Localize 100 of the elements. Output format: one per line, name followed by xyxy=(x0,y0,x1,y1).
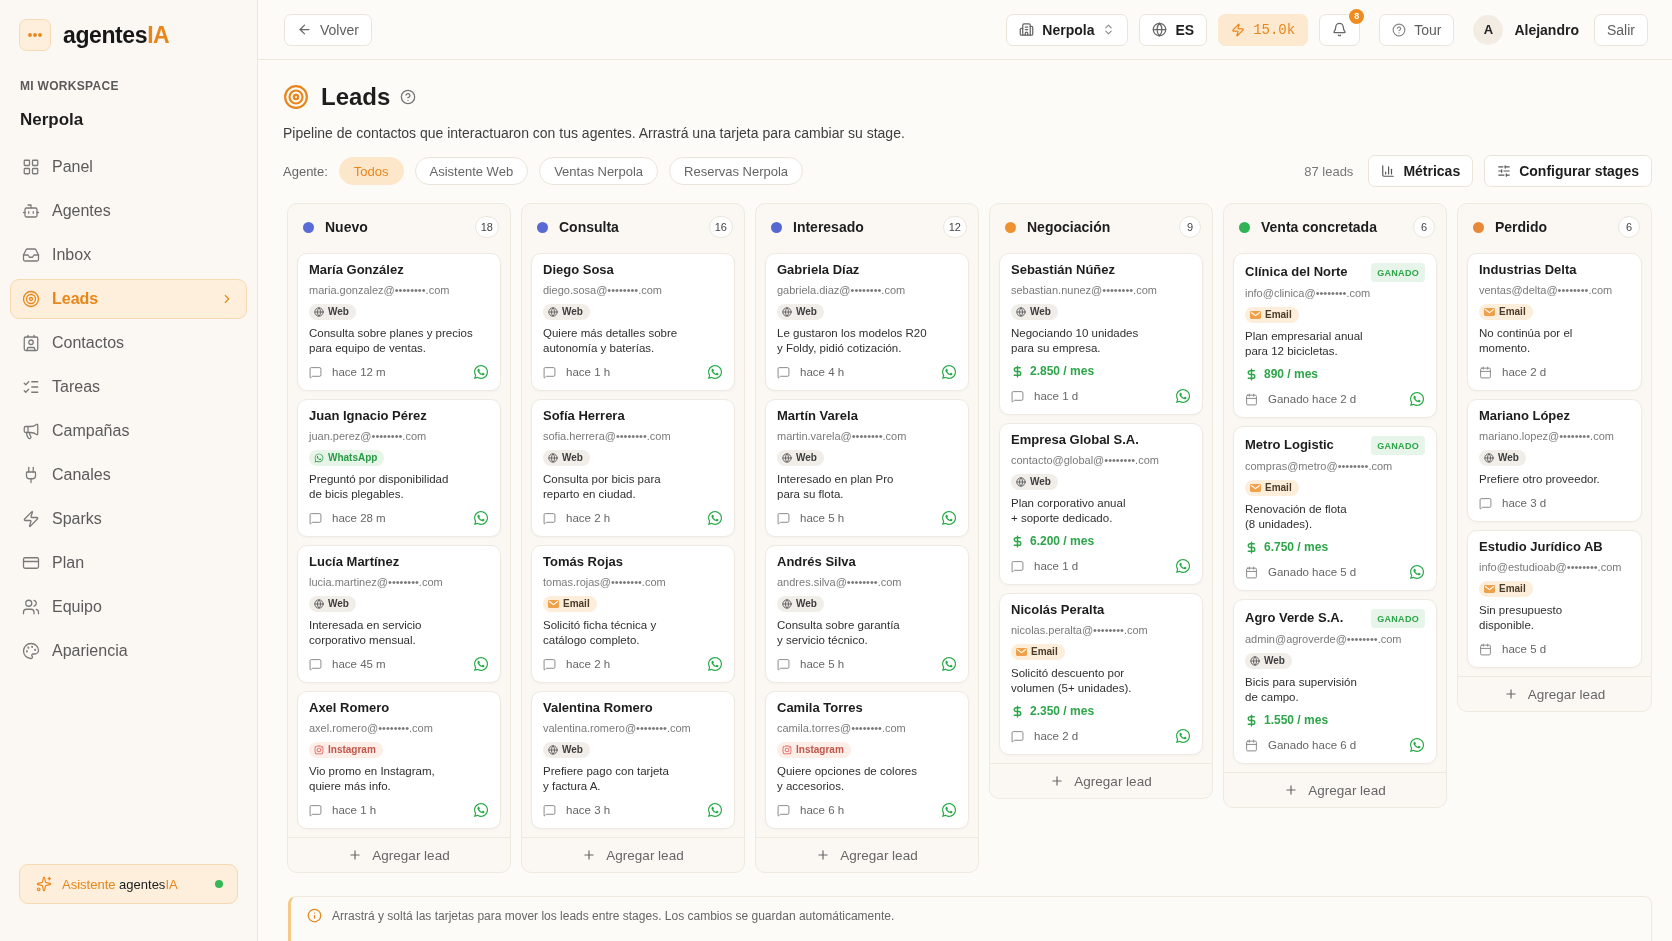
lead-card[interactable]: Tomás Rojas tomas.rojas@••••••••.com Email Solicitó ficha técnica y catálogo completo. hace 2 h xyxy=(531,545,735,683)
workspace-select[interactable]: Nerpola xyxy=(1006,13,1129,46)
nav-item[interactable]: Agentes xyxy=(10,191,247,231)
lead-card[interactable]: Lucía Martínez lucia.martinez@••••••••.com Web Interesada en servicio corporativo mensual. hace 45 m xyxy=(297,545,501,683)
back-button[interactable]: Volver xyxy=(284,13,372,46)
source-label: Web xyxy=(796,305,817,319)
lead-time: hace 5 d xyxy=(1502,643,1548,655)
lead-card[interactable]: Martín Varela martin.varela@••••••••.com Web Interesado en plan Pro para su flota. hace 5 h xyxy=(765,399,969,537)
lead-card[interactable]: Axel Romero axel.romero@••••••••.com Instagram Vio promo en Instagram, quiere más info. hace 1 h xyxy=(297,691,501,829)
nav-item[interactable]: Campañas xyxy=(10,411,247,451)
whatsapp-icon[interactable] xyxy=(1409,564,1425,580)
whatsapp-icon[interactable] xyxy=(473,802,489,818)
lead-email: diego.sosa@••••••••.com xyxy=(543,283,663,298)
calendar-icon xyxy=(1245,392,1258,406)
whatsapp-icon[interactable] xyxy=(707,510,723,526)
dollar-sign-icon xyxy=(1245,367,1258,381)
calendar-icon xyxy=(1245,565,1258,579)
lead-card[interactable]: Clínica del Norte GANADO info@clinica@••••••••.com Email Plan empresarial anual para 12 bicicletas. 890 / mes Ganado hace 2 d xyxy=(1233,253,1437,418)
help-icon[interactable] xyxy=(400,89,417,105)
add-lead-button[interactable]: Agregar lead xyxy=(756,837,978,872)
lead-card[interactable]: Empresa Global S.A. contacto@global@••••••••.com Web Plan corporativo anual + soporte dedicado. 6.200 / mes hace 1 d xyxy=(999,423,1203,585)
whatsapp-icon[interactable] xyxy=(707,364,723,380)
lead-time: Ganado hace 2 d xyxy=(1268,393,1358,405)
lead-card[interactable]: Estudio Jurídico AB info@estudioab@••••••••.com Email Sin presupuesto disponible. hace 5 d xyxy=(1467,530,1642,668)
bell-icon xyxy=(1332,22,1348,37)
whatsapp-icon[interactable] xyxy=(1175,728,1191,744)
envelope-icon xyxy=(548,600,559,608)
add-lead-button[interactable]: Agregar lead xyxy=(288,837,510,872)
language-button[interactable]: ES xyxy=(1139,13,1208,46)
whatsapp-icon[interactable] xyxy=(1175,388,1191,404)
add-lead-button[interactable]: Agregar lead xyxy=(1224,772,1446,807)
source-label: Web xyxy=(1498,451,1519,465)
lead-card[interactable]: Metro Logistic GANADO compras@metro@••••••••.com Email Renovación de flota (8 unidades). 6.750 / mes Ganado hace 5 d xyxy=(1233,426,1437,591)
lead-card[interactable]: Andrés Silva andres.silva@••••••••.com Web Consulta sobre garantía y servicio técnico. hace 5 h xyxy=(765,545,969,683)
lead-time: Ganado hace 5 d xyxy=(1268,566,1358,578)
whatsapp-icon[interactable] xyxy=(1409,391,1425,407)
add-lead-button[interactable]: Agregar lead xyxy=(522,837,744,872)
nav-item[interactable]: Canales xyxy=(10,455,247,495)
lead-card[interactable]: Valentina Romero valentina.romero@••••••••.com Web Prefiere pago con tarjeta y factura A. hace 3 h xyxy=(531,691,735,829)
whatsapp-icon[interactable] xyxy=(941,802,957,818)
lead-card[interactable]: Mariano López mariano.lopez@••••••••.com Web Prefiere otro proveedor. hace 3 d xyxy=(1467,399,1642,522)
lead-card[interactable]: Diego Sosa diego.sosa@••••••••.com Web Quiere más detalles sobre autonomía y baterías. hace 1 h xyxy=(531,253,735,391)
configure-stages-button[interactable]: Configurar stages xyxy=(1484,155,1652,187)
whatsapp-icon[interactable] xyxy=(707,656,723,672)
filter-chip[interactable]: Asistente Web xyxy=(414,157,529,185)
tour-button[interactable]: Tour xyxy=(1379,13,1455,46)
dollar-sign-icon xyxy=(1011,704,1024,718)
stage-count: 18 xyxy=(474,216,499,238)
filter-chip[interactable]: Reservas Nerpola xyxy=(669,157,804,185)
filter-chip[interactable]: Ventas Nerpola xyxy=(539,157,659,185)
lead-name: Martín Varela xyxy=(777,407,858,425)
lead-email: ventas@delta@••••••••.com xyxy=(1479,283,1613,298)
page-description: Pipeline de contactos que interactuaron con tus agentes. Arrastrá una tarjeta para cambiar su stage. xyxy=(283,124,905,142)
whatsapp-icon[interactable] xyxy=(473,364,489,380)
nav-item[interactable]: Panel xyxy=(10,147,247,187)
lightning-icon xyxy=(1231,22,1246,37)
add-lead-button[interactable]: Agregar lead xyxy=(1458,676,1651,711)
metrics-button[interactable]: Métricas xyxy=(1368,155,1474,187)
lead-card[interactable]: Sebastián Núñez sebastian.nunez@••••••••.com Web Negociando 10 unidades para su empresa. 2.850 / mes hace 1 d xyxy=(999,253,1203,415)
whatsapp-icon[interactable] xyxy=(707,802,723,818)
lead-note: Prefiere otro proveedor. xyxy=(1479,472,1600,487)
whatsapp-icon[interactable] xyxy=(941,656,957,672)
instagram-icon xyxy=(314,745,324,755)
users-icon xyxy=(22,598,40,616)
lead-card[interactable]: Juan Ignacio Pérez juan.perez@••••••••.com WhatsApp Preguntó por disponibilidad de bicis plegables. hace 28 m xyxy=(297,399,501,537)
add-lead-button[interactable]: Agregar lead xyxy=(990,763,1212,798)
lead-note: Consulta sobre planes y precios para equipo de ventas. xyxy=(309,326,473,356)
nav-item[interactable]: Tareas xyxy=(10,367,247,407)
globe-icon xyxy=(1250,656,1260,666)
lead-note: Solicitó ficha técnica y catálogo completo. xyxy=(543,618,657,648)
nav-item[interactable]: Apariencia xyxy=(10,631,247,671)
lead-card[interactable]: Industrias Delta ventas@delta@••••••••.com Email No continúa por el momento. hace 2 d xyxy=(1467,253,1642,391)
whatsapp-icon[interactable] xyxy=(473,656,489,672)
lead-card[interactable]: María González maria.gonzalez@••••••••.com Web Consulta sobre planes y precios para equipo de ventas. hace 12 m xyxy=(297,253,501,391)
globe-icon xyxy=(314,599,324,609)
assistant-button[interactable]: Asistente agentesIA xyxy=(19,864,238,904)
nav-item[interactable]: Contactos xyxy=(10,323,247,363)
source-label: Email xyxy=(1499,582,1526,596)
nav-item[interactable]: Sparks xyxy=(10,499,247,539)
lead-card[interactable]: Agro Verde S.A. GANADO admin@agroverde@••••••••.com Web Bicis para supervisión de campo. 1.550 / mes Ganado hace 6 d xyxy=(1233,599,1437,764)
whatsapp-icon[interactable] xyxy=(1409,737,1425,753)
source-label: Web xyxy=(562,451,583,465)
whatsapp-icon[interactable] xyxy=(941,364,957,380)
deal-value: 2.350 / mes xyxy=(1030,704,1095,718)
logout-button[interactable]: Salir xyxy=(1594,13,1648,46)
whatsapp-icon[interactable] xyxy=(941,510,957,526)
nav-item[interactable]: Plan xyxy=(10,543,247,583)
notice-text: Arrastrá y soltá las tarjetas para mover los leads entre stages. Los cambios se guardan automáticamente. xyxy=(332,908,895,924)
lead-time: hace 45 m xyxy=(332,658,387,670)
lead-card[interactable]: Camila Torres camila.torres@••••••••.com Instagram Quiere opciones de colores y accesorios. hace 6 h xyxy=(765,691,969,829)
nav-item[interactable]: Equipo xyxy=(10,587,247,627)
lead-name: Empresa Global S.A. xyxy=(1011,431,1139,449)
message-icon xyxy=(777,657,790,671)
whatsapp-icon[interactable] xyxy=(1175,558,1191,574)
nav-item[interactable]: Inbox xyxy=(10,235,247,275)
lead-card[interactable]: Nicolás Peralta nicolas.peralta@••••••••.com Email Solicitó descuento por volumen (5+ unidades). 2.350 / mes hace 2 d xyxy=(999,593,1203,755)
lead-time: hace 1 d xyxy=(1034,560,1080,572)
lead-card[interactable]: Sofía Herrera sofia.herrera@••••••••.com Web Consulta por bicis para reparto en ciudad. hace 2 h xyxy=(531,399,735,537)
lead-card[interactable]: Gabriela Díaz gabriela.diaz@••••••••.com Web Le gustaron los modelos R20 y Foldy, pidió cotización. hace 4 h xyxy=(765,253,969,391)
whatsapp-icon[interactable] xyxy=(473,510,489,526)
